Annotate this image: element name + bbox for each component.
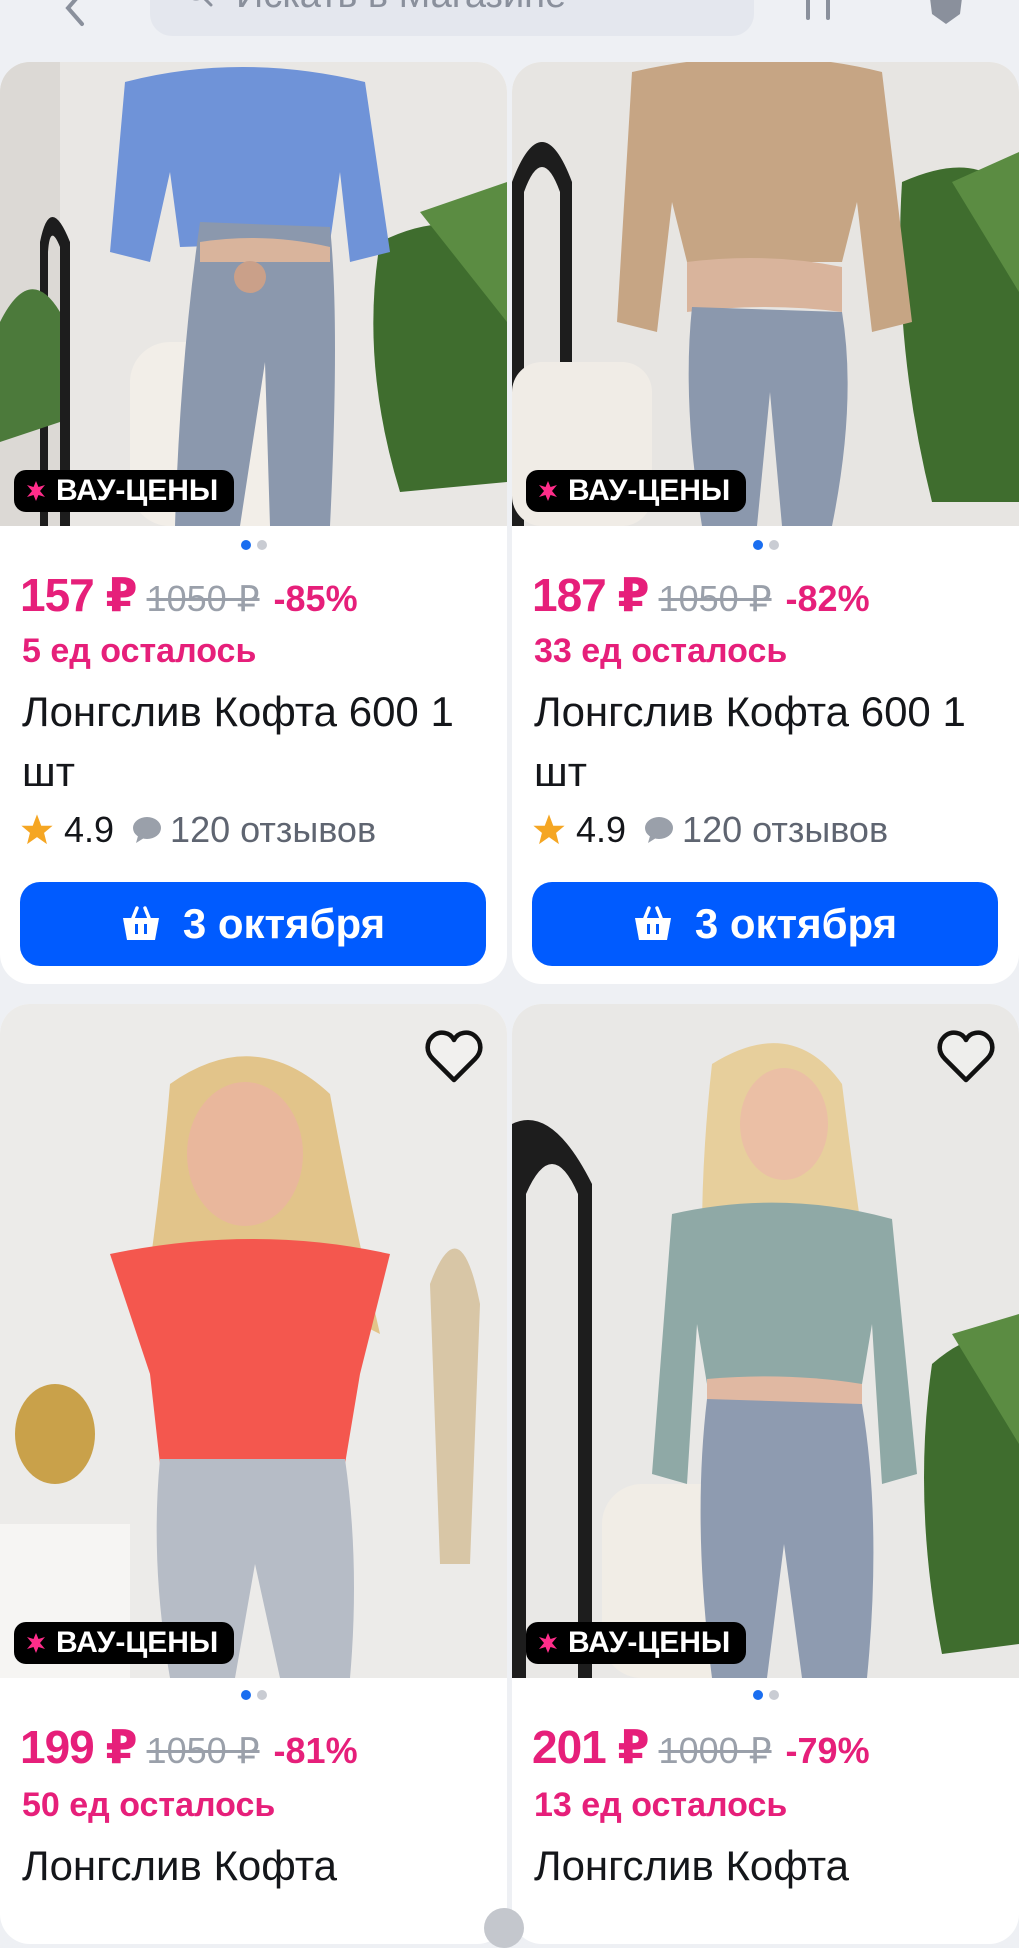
filter-icon[interactable]: [800, 0, 840, 32]
old-price: 1050 ₽: [146, 1730, 260, 1771]
price-row: 199 ₽ 1050 ₽ -81%: [20, 1720, 358, 1774]
back-arrow-icon[interactable]: [56, 0, 96, 28]
shield-icon[interactable]: [926, 0, 966, 30]
scroll-up-indicator: [484, 1908, 524, 1948]
product-image[interactable]: ВАУ-ЦЕНЫ: [0, 62, 507, 526]
review-count: 120 отзывов: [682, 809, 889, 850]
burst-icon: [539, 1633, 557, 1653]
price-row: 157 ₽ 1050 ₽ -85%: [20, 568, 358, 622]
star-icon: [533, 814, 565, 845]
rating-row: 4.9 120 отзывов: [532, 809, 888, 851]
price-row: 187 ₽ 1050 ₽ -82%: [532, 568, 870, 622]
old-price: 1000 ₽: [658, 1730, 772, 1771]
product-title[interactable]: Лонгслив Кофта 600 1 шт: [22, 682, 492, 802]
current-price: 187 ₽: [532, 569, 650, 621]
burst-icon: [27, 1633, 45, 1653]
promo-badge: ВАУ-ЦЕНЫ: [14, 1622, 235, 1664]
heart-outline-icon[interactable]: [423, 1026, 485, 1088]
review-bubble-icon: [645, 817, 674, 843]
discount: -85%: [273, 578, 358, 619]
burst-icon: [27, 481, 45, 501]
search-input[interactable]: Искать в Магазине: [150, 0, 754, 36]
image-pager-dots: [512, 540, 1019, 550]
badge-label: ВАУ-ЦЕНЫ: [56, 1626, 219, 1659]
discount: -82%: [785, 578, 870, 619]
rating-score: 4.9: [576, 809, 627, 850]
price-row: 201 ₽ 1000 ₽ -79%: [532, 1720, 870, 1774]
burst-icon: [539, 481, 557, 501]
heart-outline-icon[interactable]: [935, 1026, 997, 1088]
badge-label: ВАУ-ЦЕНЫ: [56, 474, 219, 507]
rating-score: 4.9: [64, 809, 115, 850]
product-title[interactable]: Лонгслив Кофта 600 1 шт: [534, 682, 1004, 802]
review-count: 120 отзывов: [170, 809, 377, 850]
delivery-date: 3 октября: [182, 900, 386, 947]
product-image[interactable]: ВАУ-ЦЕНЫ: [0, 1004, 507, 1678]
top-bar: Искать в Магазине: [0, 0, 1019, 60]
promo-badge: ВАУ-ЦЕНЫ: [526, 1622, 747, 1664]
old-price: 1050 ₽: [146, 578, 260, 619]
rating-row: 4.9 120 отзывов: [20, 809, 376, 851]
image-pager-dots: [0, 540, 507, 550]
current-price: 201 ₽: [532, 1721, 650, 1773]
stock-left: 33 ед осталось: [534, 632, 788, 670]
product-card[interactable]: ВАУ-ЦЕНЫ 187 ₽ 1050 ₽ -82% 33 ед осталос…: [512, 62, 1019, 984]
promo-badge: ВАУ-ЦЕНЫ: [14, 470, 235, 512]
product-title[interactable]: Лонгслив Кофта: [22, 1836, 492, 1896]
basket-icon: [122, 906, 159, 940]
product-card[interactable]: ВАУ-ЦЕНЫ 199 ₽ 1050 ₽ -81% 50 ед осталос…: [0, 1004, 507, 1944]
product-image[interactable]: ВАУ-ЦЕНЫ: [512, 62, 1019, 526]
image-pager-dots: [0, 1690, 507, 1700]
promo-badge: ВАУ-ЦЕНЫ: [526, 470, 747, 512]
current-price: 199 ₽: [20, 1721, 138, 1773]
add-to-cart-button[interactable]: 3 октября: [20, 882, 486, 966]
stock-left: 50 ед осталось: [22, 1786, 276, 1824]
delivery-date: 3 октября: [694, 900, 898, 947]
discount: -81%: [273, 1730, 358, 1771]
image-pager-dots: [512, 1690, 1019, 1700]
stock-left: 5 ед осталось: [22, 632, 257, 670]
add-to-cart-button[interactable]: 3 октября: [532, 882, 998, 966]
product-image[interactable]: ВАУ-ЦЕНЫ: [512, 1004, 1019, 1678]
basket-icon: [634, 906, 671, 940]
discount: -79%: [785, 1730, 870, 1771]
old-price: 1050 ₽: [658, 578, 772, 619]
search-icon: [192, 0, 213, 7]
stock-left: 13 ед осталось: [534, 1786, 788, 1824]
product-title[interactable]: Лонгслив Кофта: [534, 1836, 1004, 1896]
review-bubble-icon: [133, 817, 162, 843]
badge-label: ВАУ-ЦЕНЫ: [568, 1626, 731, 1659]
product-card[interactable]: ВАУ-ЦЕНЫ 201 ₽ 1000 ₽ -79% 13 ед осталос…: [512, 1004, 1019, 1944]
star-icon: [21, 814, 53, 845]
badge-label: ВАУ-ЦЕНЫ: [568, 474, 731, 507]
product-card[interactable]: ВАУ-ЦЕНЫ 157 ₽ 1050 ₽ -85% 5 ед осталось…: [0, 62, 507, 984]
search-placeholder: Искать в Магазине: [236, 0, 736, 17]
current-price: 157 ₽: [20, 569, 138, 621]
